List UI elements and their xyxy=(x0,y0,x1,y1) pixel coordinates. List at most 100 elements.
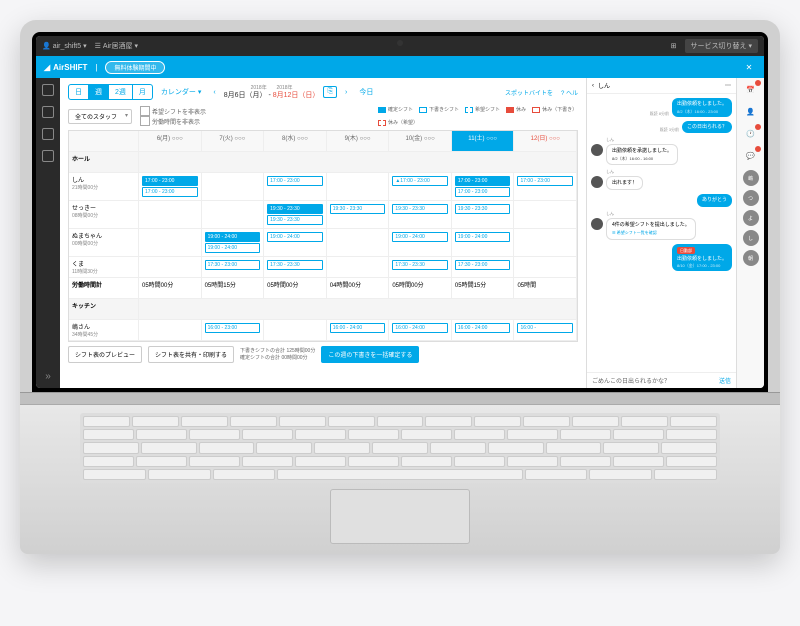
shift-cell[interactable]: 19:00 - 24:00 xyxy=(264,229,327,256)
day-header[interactable]: 9(木) ○○○ xyxy=(327,131,390,151)
shift-cell[interactable]: 16:00 - xyxy=(514,320,577,340)
next-week[interactable]: › xyxy=(341,89,351,96)
confirm-all-button[interactable]: この週の下書きを一括確定する xyxy=(321,346,419,363)
grid-icon[interactable]: ⊞ xyxy=(671,42,677,50)
nav-icon-3[interactable] xyxy=(42,128,54,140)
shift-block[interactable]: 19:30 - 23:30 xyxy=(330,204,386,214)
shift-cell[interactable]: 17:30 - 23:30 xyxy=(389,257,452,277)
shift-cell[interactable]: 19:30 - 23:30 xyxy=(327,201,390,228)
day-header[interactable]: 10(金) ○○○ xyxy=(389,131,452,151)
shift-block[interactable]: 17:30 - 23:30 xyxy=(392,260,448,270)
shift-cell[interactable] xyxy=(264,320,327,340)
shift-block[interactable]: 16:00 - xyxy=(517,323,573,333)
staff-name[interactable]: しん21時間00分 xyxy=(69,173,139,200)
close-icon[interactable]: ✕ xyxy=(742,60,756,74)
shift-cell[interactable]: 17:00 - 23:00 xyxy=(264,173,327,200)
shift-cell[interactable] xyxy=(327,229,390,256)
shift-cell[interactable] xyxy=(327,173,390,200)
chat-menu-icon[interactable]: ⋯ xyxy=(725,82,731,89)
chat-back-icon[interactable]: ‹ xyxy=(592,83,594,89)
send-button[interactable]: 送信 xyxy=(719,376,731,385)
shift-block[interactable]: 19:30 - 23:30 xyxy=(267,204,323,214)
hide-request-checkbox[interactable]: 希望シフトを非表示 xyxy=(140,106,206,116)
shift-cell[interactable] xyxy=(139,201,202,228)
nav-icon-1[interactable] xyxy=(42,84,54,96)
spot-link[interactable]: スポットバイトを xyxy=(505,88,553,97)
shift-cell[interactable]: 17:30 - 23:00 xyxy=(452,257,515,277)
shift-block[interactable]: 19:00 - 24:00 xyxy=(205,232,261,242)
shift-cell[interactable]: 17:00 - 23:00 xyxy=(514,173,577,200)
rail-chat-icon[interactable]: 💬 xyxy=(743,148,759,164)
staff-name[interactable]: せっきー08時間00分 xyxy=(69,201,139,228)
rail-clock-icon[interactable]: 🕐 xyxy=(743,126,759,142)
nav-icon-4[interactable] xyxy=(42,150,54,162)
tab-month[interactable]: 月 xyxy=(133,85,152,99)
shift-block[interactable]: 16:00 - 24:00 xyxy=(330,323,386,333)
day-header[interactable]: 12(日) ○○○ xyxy=(514,131,577,151)
shift-block[interactable]: 17:00 - 23:00 xyxy=(267,176,323,186)
rail-calendar-icon[interactable]: 📅 xyxy=(743,82,759,98)
shift-block[interactable]: 17:30 - 23:00 xyxy=(205,260,261,270)
tab-2week[interactable]: 2週 xyxy=(109,85,133,99)
shift-block[interactable]: 19:00 - 24:00 xyxy=(392,232,448,242)
shift-cell[interactable]: 17:30 - 23:00 xyxy=(202,257,265,277)
shift-cell[interactable] xyxy=(139,229,202,256)
shift-cell[interactable] xyxy=(514,201,577,228)
shift-cell[interactable]: 16:00 - 24:00 xyxy=(327,320,390,340)
tab-week[interactable]: 週 xyxy=(89,85,109,99)
rail-avatar[interactable]: 朝 xyxy=(743,250,759,266)
day-header[interactable]: 8(水) ○○○ xyxy=(264,131,327,151)
day-header[interactable]: 7(火) ○○○ xyxy=(202,131,265,151)
shift-block[interactable]: 17:00 - 23:00 xyxy=(142,176,198,186)
staff-name[interactable]: くま11時間30分 xyxy=(69,257,139,277)
shift-cell[interactable]: 16:00 - 23:00 xyxy=(202,320,265,340)
shift-cell[interactable]: 19:30 - 23:30 xyxy=(389,201,452,228)
day-header[interactable]: 6(月) ○○○ xyxy=(139,131,202,151)
store-menu[interactable]: ☰ Air居酒屋 ▾ xyxy=(95,41,138,51)
shift-block[interactable]: 19:00 - 24:00 xyxy=(267,232,323,242)
staff-name[interactable]: ぬまちゃん00時間00分 xyxy=(69,229,139,256)
shift-cell[interactable]: 17:30 - 23:30 xyxy=(264,257,327,277)
service-switch[interactable]: サービス切り替え ▾ xyxy=(685,39,758,53)
shift-cell[interactable]: 17:00 - 23:0017:00 - 23:00 xyxy=(139,173,202,200)
shift-block[interactable]: 19:30 - 23:30 xyxy=(267,215,323,225)
preview-button[interactable]: シフト表のプレビュー xyxy=(68,346,142,363)
prev-week[interactable]: ‹ xyxy=(209,89,219,96)
hide-hours-checkbox[interactable]: 労働時間を非表示 xyxy=(140,116,206,126)
copy-icon[interactable]: ⎘ xyxy=(323,86,337,98)
shift-block[interactable]: 17:00 - 23:00 xyxy=(455,187,511,197)
shift-block[interactable]: 17:00 - 23:00 xyxy=(517,176,573,186)
rail-avatar[interactable]: し xyxy=(743,230,759,246)
shift-cell[interactable] xyxy=(327,257,390,277)
rail-avatar[interactable]: よ xyxy=(743,210,759,226)
shift-cell[interactable]: 19:00 - 24:00 xyxy=(389,229,452,256)
help-link[interactable]: ? ヘル xyxy=(561,88,578,97)
rail-avatar[interactable]: 嶋 xyxy=(743,170,759,186)
user-menu[interactable]: 👤 air_shift5 ▾ xyxy=(42,42,87,50)
shift-cell[interactable] xyxy=(514,257,577,277)
shift-block[interactable]: 19:00 - 24:00 xyxy=(455,232,511,242)
shift-block[interactable]: 17:00 - 23:00 xyxy=(455,176,511,186)
shift-cell[interactable]: 17:00 - 23:0017:00 - 23:00 xyxy=(452,173,515,200)
shift-block[interactable]: 19:00 - 24:00 xyxy=(205,243,261,253)
shift-cell[interactable]: 19:00 - 24:0019:00 - 24:00 xyxy=(202,229,265,256)
shift-block[interactable]: 19:30 - 23:30 xyxy=(392,204,448,214)
shift-block[interactable]: 19:30 - 23:30 xyxy=(455,204,511,214)
calendar-link[interactable]: カレンダー ▾ xyxy=(157,87,205,97)
shift-block[interactable]: 16:00 - 23:00 xyxy=(205,323,261,333)
chat-input[interactable]: ごめんこの日出られるかな？ xyxy=(592,376,670,385)
staff-select[interactable]: 全てのスタッフ xyxy=(68,109,132,124)
nav-icon-2[interactable] xyxy=(42,106,54,118)
shift-cell[interactable]: 19:30 - 23:3019:30 - 23:30 xyxy=(264,201,327,228)
rail-user-icon[interactable]: 👤 xyxy=(743,104,759,120)
today-button[interactable]: 今日 xyxy=(355,87,377,97)
shift-cell[interactable]: 19:30 - 23:30 xyxy=(452,201,515,228)
shift-cell[interactable]: 16:00 - 24:00 xyxy=(389,320,452,340)
shift-block[interactable]: ▲17:00 - 23:00 xyxy=(392,176,448,186)
shift-block[interactable]: 16:00 - 24:00 xyxy=(455,323,511,333)
shift-cell[interactable] xyxy=(202,173,265,200)
staff-name[interactable]: 嶋さん34時間45分 xyxy=(69,320,139,340)
shift-block[interactable]: 17:00 - 23:00 xyxy=(142,187,198,197)
shift-cell[interactable] xyxy=(139,257,202,277)
tab-day[interactable]: 日 xyxy=(69,85,89,99)
